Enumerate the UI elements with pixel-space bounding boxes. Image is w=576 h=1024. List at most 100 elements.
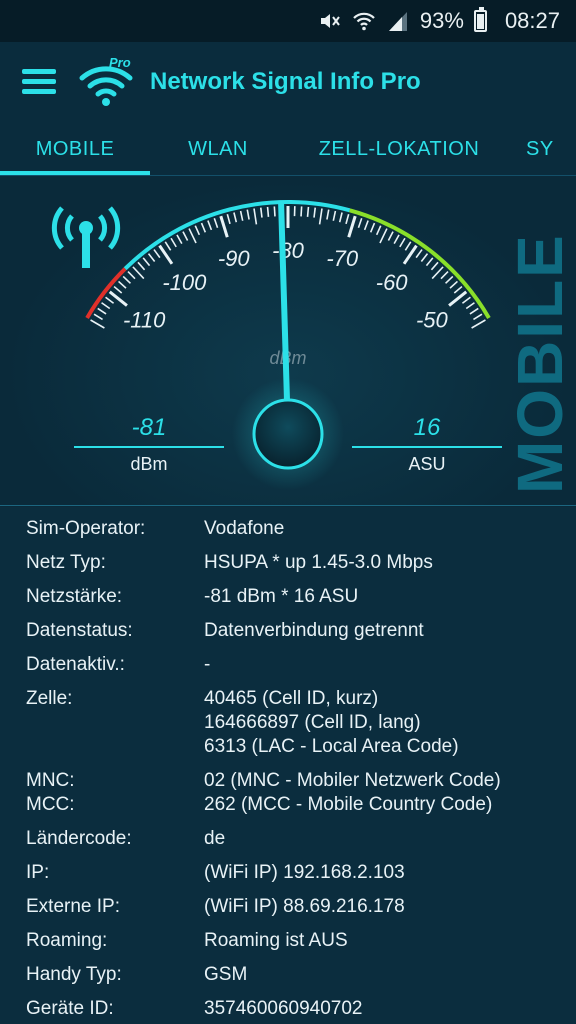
gauge-minor-tick: [153, 249, 161, 259]
info-row: Datenaktiv.: -: [0, 653, 576, 677]
info-label: IP:: [26, 862, 50, 883]
info-value-line: Datenverbindung getrennt: [204, 620, 424, 641]
dbm-value: -81: [131, 414, 167, 441]
clock: 08:27: [504, 8, 560, 33]
info-value-line: 164666897 (Cell ID, lang): [204, 712, 421, 733]
gauge-scale-label: -60: [376, 270, 409, 295]
gauge-minor-tick: [164, 241, 172, 251]
info-value-line: -81 dBm * 16 ASU: [204, 586, 359, 607]
asu-unit: ASU: [408, 454, 446, 474]
tab-zell-lokation[interactable]: ZELL-LOKATION: [286, 122, 512, 175]
gauge-minor-tick: [213, 217, 219, 228]
info-label: Geräte ID:: [26, 998, 114, 1019]
battery-icon: [473, 7, 487, 32]
info-row: Datenstatus: Datenverbindung getrennt: [0, 619, 576, 643]
gauge-minor-tick: [93, 313, 103, 321]
gauge-minor-tick: [90, 319, 105, 329]
gauge-minor-tick: [176, 234, 183, 244]
gauge-minor-tick: [387, 231, 394, 241]
info-value: de: [204, 827, 576, 851]
cell-signal-icon: [388, 12, 407, 31]
info-value: Datenverbindung getrennt: [204, 619, 576, 643]
gauge-minor-tick: [142, 257, 151, 267]
info-label: Externe IP:: [26, 896, 120, 917]
gauge-minor-tick: [273, 206, 276, 217]
gauge-minor-tick: [375, 225, 382, 236]
info-value: HSUPA * up 1.45-3.0 Mbps: [204, 551, 576, 575]
gauge-minor-tick: [137, 261, 146, 271]
info-row: Sim-Operator: Vodafone: [0, 517, 576, 541]
info-label: Handy Typ:: [26, 964, 122, 985]
gauge-minor-tick: [105, 296, 115, 304]
tab-bar: MOBILE WLAN ZELL-LOKATION SY: [0, 122, 576, 176]
gauge-minor-tick: [430, 261, 439, 271]
gauge-minor-tick: [318, 208, 323, 225]
tab-system[interactable]: SY: [512, 122, 576, 175]
gauge-minor-tick: [253, 208, 258, 225]
gauge-minor-tick: [170, 237, 177, 248]
info-label: Netzstärke:: [26, 586, 123, 607]
gauge-major-tick: [347, 215, 357, 238]
gauge-minor-tick: [132, 266, 145, 280]
wifi-icon: [353, 12, 375, 31]
info-value: 40465 (Cell ID, kurz) 164666897 (Cell ID,…: [204, 687, 576, 759]
gauge-minor-tick: [369, 222, 376, 233]
info-value-line: de: [204, 828, 226, 849]
tab-mobile[interactable]: MOBILE: [0, 122, 150, 175]
info-value: Vodafone: [204, 517, 576, 541]
gauge-scale-label: -80: [272, 238, 305, 263]
info-row: Roaming: Roaming ist AUS: [0, 929, 576, 953]
gauge-minor-tick: [449, 280, 458, 289]
info-value-line: HSUPA * up 1.45-3.0 Mbps: [204, 552, 433, 573]
gauge-minor-tick: [363, 220, 369, 231]
info-row: Ländercode: de: [0, 827, 576, 851]
gauge-minor-tick: [471, 319, 486, 329]
app-title: Network Signal Info Pro: [150, 68, 421, 95]
battery-percentage: 93%: [419, 8, 464, 33]
menu-icon[interactable]: [22, 69, 56, 95]
gauge-minor-tick: [194, 225, 201, 236]
gauge-arc-segment: [85, 267, 127, 320]
info-value-line: (WiFi IP) 192.168.2.103: [204, 862, 405, 883]
gauge-minor-tick: [445, 275, 454, 284]
dbm-divider: [74, 446, 224, 448]
mute-icon: [320, 14, 340, 28]
info-label: Zelle:: [26, 688, 73, 709]
info-value: -: [204, 653, 576, 677]
info-value-line: (WiFi IP) 88.69.216.178: [204, 896, 405, 917]
info-value-line: 6313 (LAC - Local Area Code): [204, 736, 459, 757]
tab-wlan[interactable]: WLAN: [150, 122, 286, 175]
gauge-minor-tick: [207, 220, 213, 231]
asu-value: 16: [413, 414, 441, 441]
logo-badge: Pro: [109, 55, 131, 70]
gauge-minor-tick: [326, 209, 330, 220]
gauge-minor-tick: [188, 228, 197, 244]
gauge-minor-tick: [306, 206, 310, 217]
gauge-minor-tick: [338, 212, 343, 223]
info-value: (WiFi IP) 192.168.2.103: [204, 861, 576, 885]
gauge-minor-tick: [239, 210, 244, 221]
info-value-line: Roaming ist AUS: [204, 930, 348, 951]
dbm-unit: dBm: [130, 454, 168, 474]
info-row: Netzstärke: -81 dBm * 16 ASU: [0, 585, 576, 609]
info-label: Roaming:: [26, 930, 108, 951]
asu-divider: [352, 446, 502, 448]
info-label: Datenaktiv.:: [26, 654, 125, 675]
info-row: Zelle: 40465 (Cell ID, kurz) 164666897 (Ce…: [0, 687, 576, 759]
gauge-minor-tick: [415, 249, 423, 259]
gauge-scale-label: -90: [218, 246, 251, 271]
asu-readout: 16 ASU: [352, 414, 502, 475]
gauge-minor-tick: [313, 207, 317, 218]
info-value: 02 (MNC - Mobiler Netzwerk Code) 262 (MCC…: [204, 769, 576, 817]
info-value: -81 dBm * 16 ASU: [204, 585, 576, 609]
gauge-minor-tick: [259, 207, 263, 218]
gauge-minor-tick: [393, 234, 400, 244]
info-value-line: -: [204, 654, 211, 675]
info-label: MNC: MCC:: [26, 770, 75, 815]
gauge-minor-tick: [226, 214, 231, 225]
gauge-minor-tick: [461, 296, 471, 304]
app-logo-wifi-icon: Pro: [79, 55, 133, 106]
info-value-line: 357460060940702: [204, 998, 363, 1019]
gauge-minor-tick: [425, 257, 434, 267]
gauge-minor-tick: [473, 313, 483, 321]
